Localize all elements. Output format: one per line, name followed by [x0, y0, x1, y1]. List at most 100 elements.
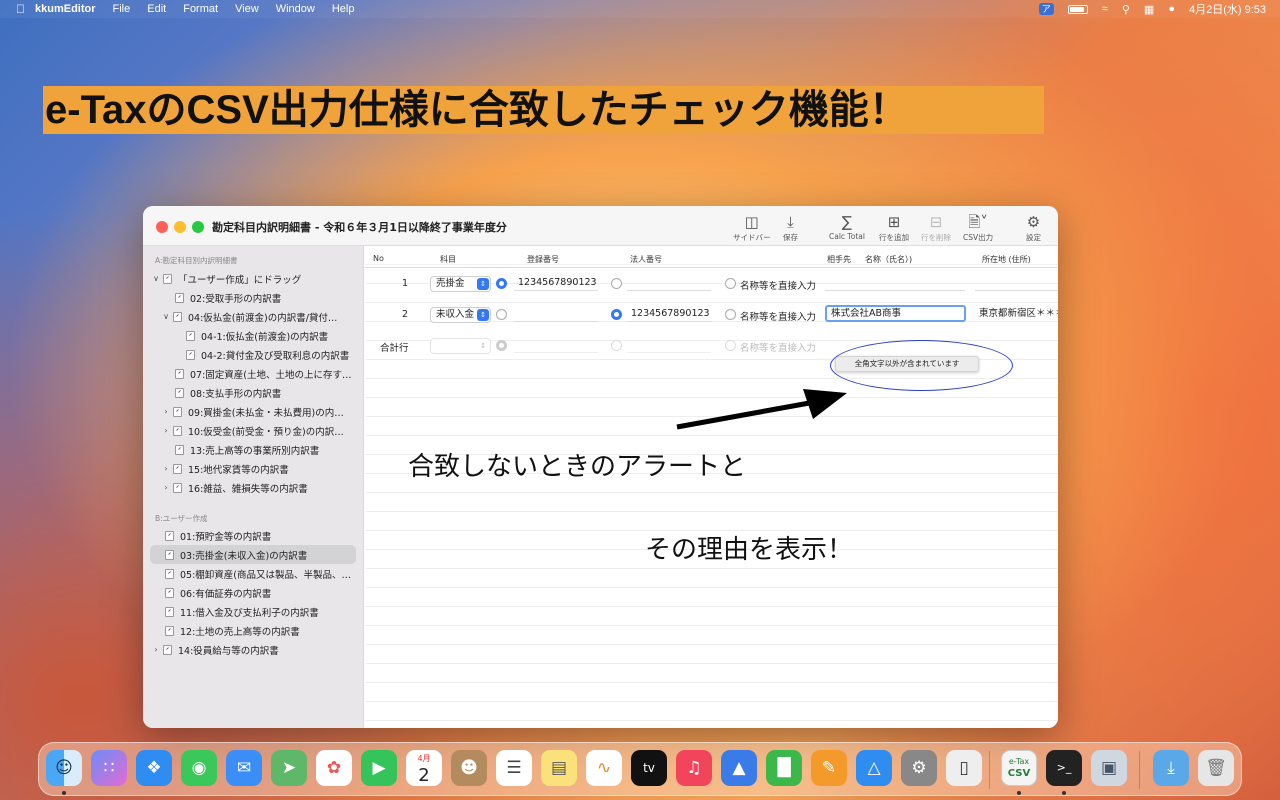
chevron-right-icon[interactable]: › [151, 645, 161, 654]
row1-corporate-field[interactable] [627, 276, 711, 291]
notes-icon[interactable]: ▤ [541, 750, 577, 786]
iphone-mirroring-icon[interactable]: ▯ [946, 750, 982, 786]
row2-kamoku-select[interactable]: 未収入金 ↕ [430, 307, 491, 323]
trash-icon[interactable]: 🗑 [1198, 750, 1234, 786]
menu-app-name[interactable]: kkumEditor [35, 3, 96, 15]
sidebar-item-04-1[interactable]: 04-1:仮払金(前渡金)の内訳書 [184, 326, 394, 345]
header-counterparty[interactable]: 相手先 [827, 254, 851, 265]
sidebar-item-13[interactable]: 13:売上高等の事業所別内訳書 [173, 440, 383, 459]
settings-button[interactable]: ⚙ 設定 [1026, 212, 1041, 243]
row2-address-field[interactable]: 東京都新宿区＊＊＊ [975, 307, 1058, 322]
app-store-icon[interactable]: △ [856, 750, 892, 786]
menu-window[interactable]: Window [276, 3, 315, 15]
calc-total-button[interactable]: ∑ Calc Total [829, 212, 865, 241]
downloads-folder-icon[interactable]: ⤓ [1153, 750, 1189, 786]
sidebar-item-b03-selected[interactable]: 03:売掛金(未収入金)の内訳書 [150, 545, 356, 564]
calendar-icon[interactable]: 4月 2 [406, 750, 442, 786]
chevron-right-icon[interactable]: › [161, 407, 171, 416]
row1-kamoku-select[interactable]: 売掛金 ↕ [430, 276, 491, 292]
tv-icon[interactable]: tv [631, 750, 667, 786]
kkumeditor-icon[interactable]: e-Tax CSV [1001, 750, 1037, 786]
sidebar-item-08[interactable]: 08:支払手形の内訳書 [173, 383, 383, 402]
sidebar-toggle-button[interactable]: ◫ サイドバー [733, 212, 771, 243]
sidebar-item-04[interactable]: ∨ 04:仮払金(前渡金)の内訳書/貸付… [161, 307, 371, 326]
siri-icon[interactable]: ● [1168, 3, 1175, 15]
keynote-icon[interactable]: ▲ [721, 750, 757, 786]
contacts-icon[interactable]: ☻ [451, 750, 487, 786]
sidebar-item-09[interactable]: › 09:買掛金(未払金・未払費用)の内… [161, 402, 371, 421]
control-center-icon[interactable]: ▦ [1144, 3, 1154, 16]
row2-corporate-radio[interactable] [611, 309, 622, 320]
input-method-icon[interactable]: ア [1038, 3, 1054, 15]
sidebar-item-16[interactable]: › 16:雑益、雑損失等の内訳書 [161, 478, 371, 497]
facetime-icon[interactable]: ▶ [361, 750, 397, 786]
row1-registration-field[interactable]: 1234567890123 [514, 276, 598, 291]
sidebar-item-b11[interactable]: 11:借入金及び支払利子の内訳書 [163, 602, 373, 621]
sidebar-item-b05[interactable]: 05:棚卸資産(商品又は製品、半製品、… [163, 564, 373, 583]
chevron-down-icon[interactable]: ∨ [151, 274, 161, 283]
pages-icon[interactable]: ✎ [811, 750, 847, 786]
maps-icon[interactable]: ➤ [271, 750, 307, 786]
row2-direct-input-radio[interactable] [725, 309, 736, 320]
photos-icon[interactable]: ✿ [316, 750, 352, 786]
terminal-icon[interactable]: >_ [1046, 750, 1082, 786]
wifi-icon[interactable]: ≈ [1102, 3, 1108, 15]
spotlight-search-icon[interactable]: ⚲ [1122, 3, 1130, 16]
finder-icon[interactable]: ☺ [46, 750, 82, 786]
row1-registration-radio[interactable] [496, 278, 507, 289]
battery-icon[interactable] [1067, 4, 1088, 14]
row1-direct-input-radio[interactable] [725, 278, 736, 289]
messages-icon[interactable]: ◉ [181, 750, 217, 786]
row1-name-field[interactable] [825, 276, 965, 291]
sidebar-item-b14[interactable]: › 14:役員給与等の内訳書 [151, 640, 361, 659]
sidebar-item-b06[interactable]: 06:有価証券の内訳書 [163, 583, 373, 602]
sidebar-item-04-2[interactable]: 04-2:貸付金及び受取利息の内訳書 [184, 345, 394, 364]
system-settings-icon[interactable]: ⚙ [901, 750, 937, 786]
sidebar-item-drag-target[interactable]: ∨ 「ユーザー作成」にドラッグ [151, 269, 361, 288]
csv-export-button[interactable]: 🗎˅ CSV出力 [963, 212, 993, 243]
row2-registration-field[interactable] [514, 307, 598, 322]
header-no[interactable]: No [373, 254, 384, 263]
chevron-right-icon[interactable]: › [161, 426, 171, 435]
delete-row-button[interactable]: ⊟ 行を削除 [921, 212, 951, 243]
header-registration-no[interactable]: 登録番号 [527, 254, 559, 265]
header-name[interactable]: 名称（氏名）) [865, 254, 912, 265]
row1-direct-input-label[interactable]: 名称等を直接入力 [740, 278, 816, 292]
safari-icon[interactable]: ❖ [136, 750, 172, 786]
header-kamoku[interactable]: 科目 [440, 254, 456, 265]
chevron-right-icon[interactable]: › [161, 464, 171, 473]
header-address[interactable]: 所在地 (住所) [982, 254, 1031, 265]
minimize-window-button[interactable] [174, 221, 186, 233]
close-window-button[interactable] [156, 221, 168, 233]
sidebar-item-15[interactable]: › 15:地代家賃等の内訳書 [161, 459, 371, 478]
sidebar-item-02[interactable]: 02:受取手形の内訳書 [173, 288, 383, 307]
chevron-down-icon[interactable]: ∨ [161, 312, 171, 321]
save-button[interactable]: ⤓ 保存 [783, 212, 798, 243]
numbers-icon[interactable]: █ [766, 750, 802, 786]
menu-edit[interactable]: Edit [147, 3, 166, 15]
zoom-window-button[interactable] [192, 221, 204, 233]
preview-icon[interactable]: ▣ [1091, 750, 1127, 786]
menu-help[interactable]: Help [332, 3, 355, 15]
reminders-icon[interactable]: ☰ [496, 750, 532, 786]
row1-corporate-radio[interactable] [611, 278, 622, 289]
row2-registration-radio[interactable] [496, 309, 507, 320]
row1-address-field[interactable] [975, 276, 1058, 291]
menu-clock[interactable]: 4月2日(水) 9:53 [1189, 1, 1266, 17]
menu-view[interactable]: View [235, 3, 259, 15]
launchpad-icon[interactable]: ∷ [91, 750, 127, 786]
row2-direct-input-label[interactable]: 名称等を直接入力 [740, 309, 816, 323]
freeform-icon[interactable]: ∿ [586, 750, 622, 786]
menu-format[interactable]: Format [183, 3, 218, 15]
sidebar-item-b01[interactable]: 01:預貯金等の内訳書 [163, 526, 373, 545]
music-icon[interactable]: ♫ [676, 750, 712, 786]
sidebar-item-10[interactable]: › 10:仮受金(前受金・預り金)の内訳… [161, 421, 371, 440]
add-row-button[interactable]: ⊞ 行を追加 [879, 212, 909, 243]
menu-file[interactable]: File [113, 3, 131, 15]
row2-name-field-focused[interactable]: 株式会社AB商事 [825, 305, 966, 322]
mail-icon[interactable]: ✉ [226, 750, 262, 786]
sidebar-item-07[interactable]: 07:固定資産(土地、土地の上に存す… [173, 364, 383, 383]
apple-menu-icon[interactable]:  [16, 2, 25, 16]
header-corporate-no[interactable]: 法人番号 [630, 254, 662, 265]
chevron-right-icon[interactable]: › [161, 483, 171, 492]
